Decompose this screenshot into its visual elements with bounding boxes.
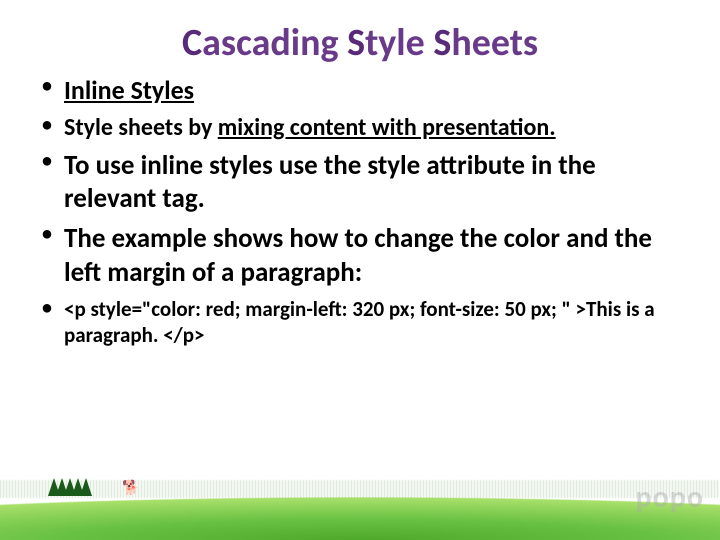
- bullet-mixing-underline: mixing content with presentation.: [218, 113, 556, 142]
- bullet-inline-styles: Inline Styles: [38, 74, 692, 107]
- bullet-example-intro: The example shows how to change the colo…: [38, 222, 692, 290]
- bullet-code-example: <p style="color: red; margin-left: 320 p…: [38, 296, 692, 349]
- bullet-style-attr: To use inline styles use the style attri…: [38, 149, 692, 217]
- bullet-mixing-a: Style sheets by: [64, 113, 218, 142]
- slide-container: Cascading Style Sheets Inline Styles Sty…: [0, 0, 720, 540]
- title-rest-1: ascading: [202, 20, 339, 66]
- title-cap-1: C: [182, 20, 202, 66]
- bullet-mixing: Style sheets by mixing content with pres…: [38, 113, 692, 143]
- bullet-list: Inline Styles Style sheets by mixing con…: [28, 74, 692, 348]
- title-rest-3: heets: [451, 20, 538, 66]
- trees-decor: [48, 478, 88, 496]
- title-rest-2: tyle: [365, 20, 425, 66]
- title-cap-3: S: [433, 20, 451, 66]
- tree-icon: [80, 478, 92, 496]
- bullet-style-attr-a: To use inline styles use the: [64, 149, 367, 182]
- animal-icon: 🐕: [122, 479, 139, 496]
- watermark-text: popo: [636, 479, 704, 516]
- title-cap-2: S: [347, 20, 365, 66]
- grass-decor: [0, 460, 720, 540]
- slide-title: Cascading Style Sheets: [28, 20, 692, 66]
